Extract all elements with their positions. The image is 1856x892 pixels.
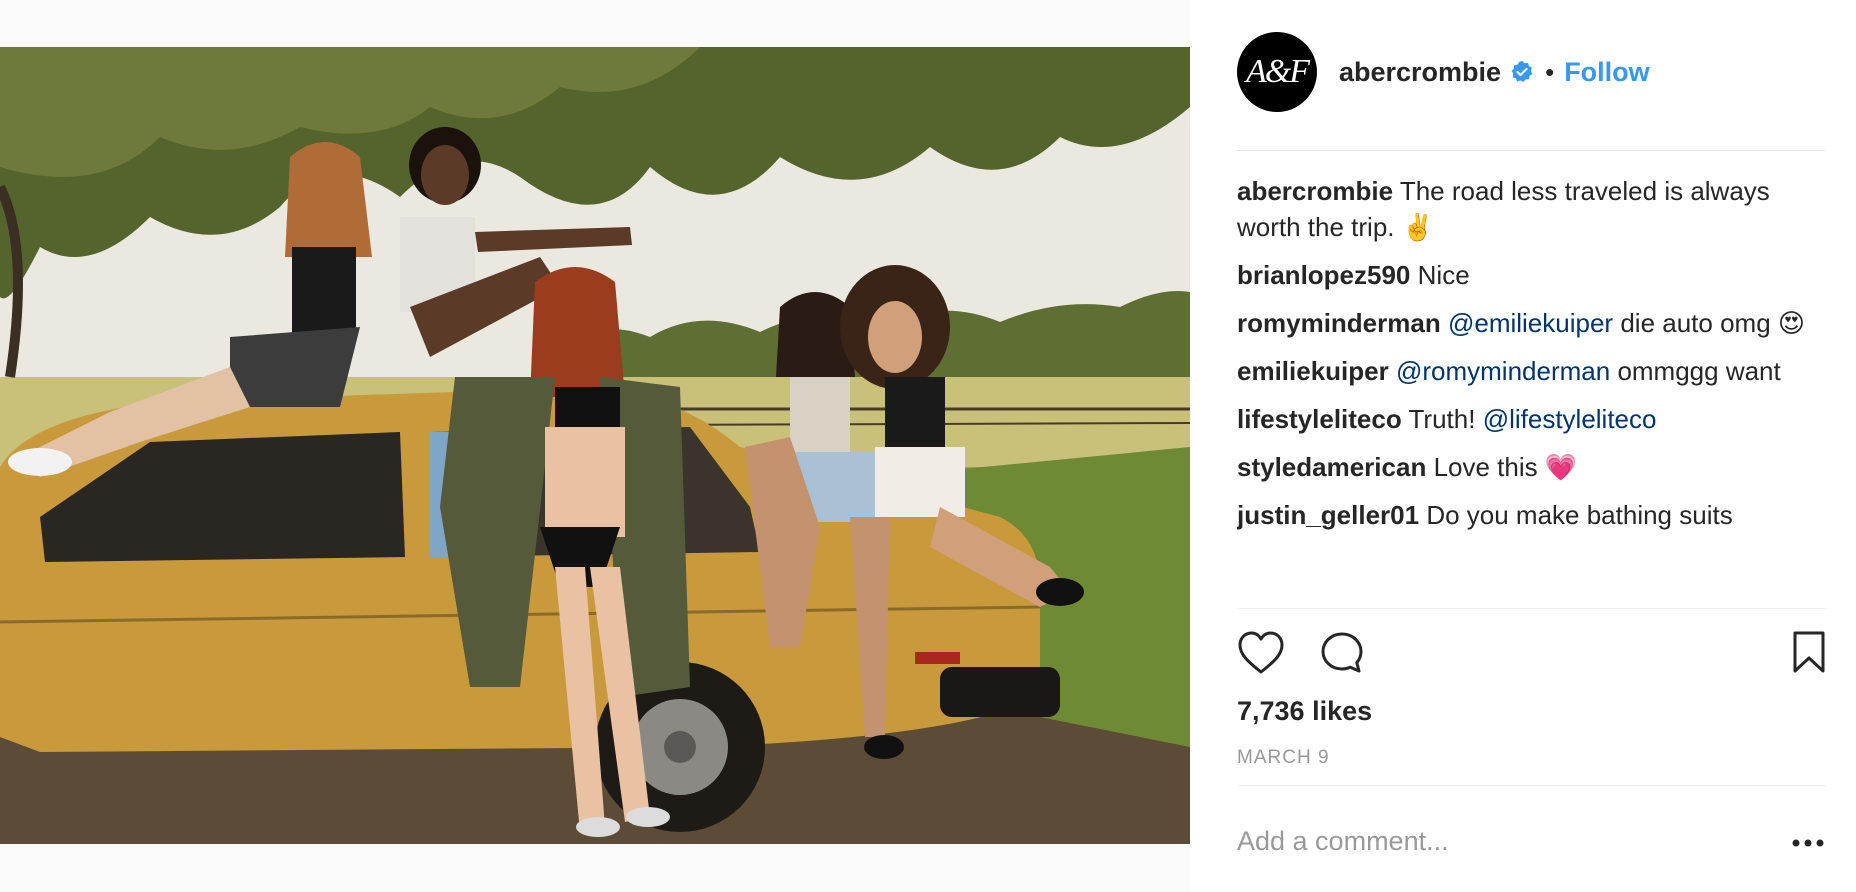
comment-box-divider: [1237, 785, 1826, 786]
post-side-panel: A&F abercrombie • Follow abercrombie The…: [1190, 0, 1856, 892]
header-username[interactable]: abercrombie: [1339, 57, 1501, 88]
comment-username[interactable]: emiliekuiper: [1237, 356, 1389, 386]
comment-text: Do you make bathing suits: [1426, 500, 1733, 530]
comment-item: emiliekuiper @romyminderman ommggg want: [1237, 353, 1828, 389]
comment-text: Truth!: [1408, 404, 1476, 434]
post-header: A&F abercrombie • Follow: [1237, 32, 1826, 112]
comment-text: ommggg want: [1617, 356, 1781, 386]
comment-item: brianlopez590 Nice: [1237, 257, 1828, 293]
comment-username[interactable]: brianlopez590: [1237, 260, 1410, 290]
comment-item: justin_geller01 Do you make bathing suit…: [1237, 497, 1828, 533]
avatar-monogram: A&F: [1246, 53, 1310, 90]
comment-mention[interactable]: @romyminderman: [1396, 356, 1610, 386]
comment-text: die auto omg 😍: [1620, 308, 1805, 338]
heart-icon[interactable]: [1237, 630, 1285, 681]
action-bar: [1237, 630, 1826, 678]
comments-list[interactable]: abercrombie The road less traveled is al…: [1237, 173, 1828, 605]
post-photo[interactable]: [0, 47, 1190, 844]
comment-username[interactable]: romyminderman: [1237, 308, 1441, 338]
comment-bubble-icon[interactable]: [1319, 630, 1365, 681]
instagram-post-page: A&F abercrombie • Follow abercrombie The…: [0, 0, 1856, 892]
more-options-icon[interactable]: [1788, 828, 1828, 858]
bookmark-icon[interactable]: [1792, 630, 1826, 679]
comment-text: Nice: [1417, 260, 1470, 290]
comment-mention[interactable]: @lifestyleliteco: [1483, 404, 1657, 434]
likes-count[interactable]: 7,736 likes: [1237, 696, 1372, 727]
comment-username[interactable]: abercrombie: [1237, 176, 1393, 206]
comment-item: romyminderman @emiliekuiper die auto omg…: [1237, 305, 1828, 341]
header-divider: [1237, 150, 1826, 151]
comment-username[interactable]: lifestyleliteco: [1237, 404, 1402, 434]
follow-button[interactable]: Follow: [1564, 57, 1649, 88]
comment-mention[interactable]: @emiliekuiper: [1448, 308, 1613, 338]
comment-text: Love this 💗: [1433, 452, 1578, 482]
comments-divider: [1237, 608, 1826, 609]
comment-item: styledamerican Love this 💗: [1237, 449, 1828, 485]
post-date: MARCH 9: [1237, 747, 1330, 768]
caption-comment: abercrombie The road less traveled is al…: [1237, 173, 1828, 245]
comment-username[interactable]: justin_geller01: [1237, 500, 1419, 530]
media-area: [0, 0, 1190, 892]
add-comment-input[interactable]: [1237, 821, 1757, 861]
comment-item: lifestyleliteco Truth! @lifestyleliteco: [1237, 401, 1828, 437]
header-separator-dot: •: [1545, 56, 1555, 87]
avatar[interactable]: A&F: [1237, 32, 1317, 112]
comment-username[interactable]: styledamerican: [1237, 452, 1426, 482]
photo-illustration: [0, 47, 1190, 844]
verified-badge-icon: [1509, 59, 1535, 85]
